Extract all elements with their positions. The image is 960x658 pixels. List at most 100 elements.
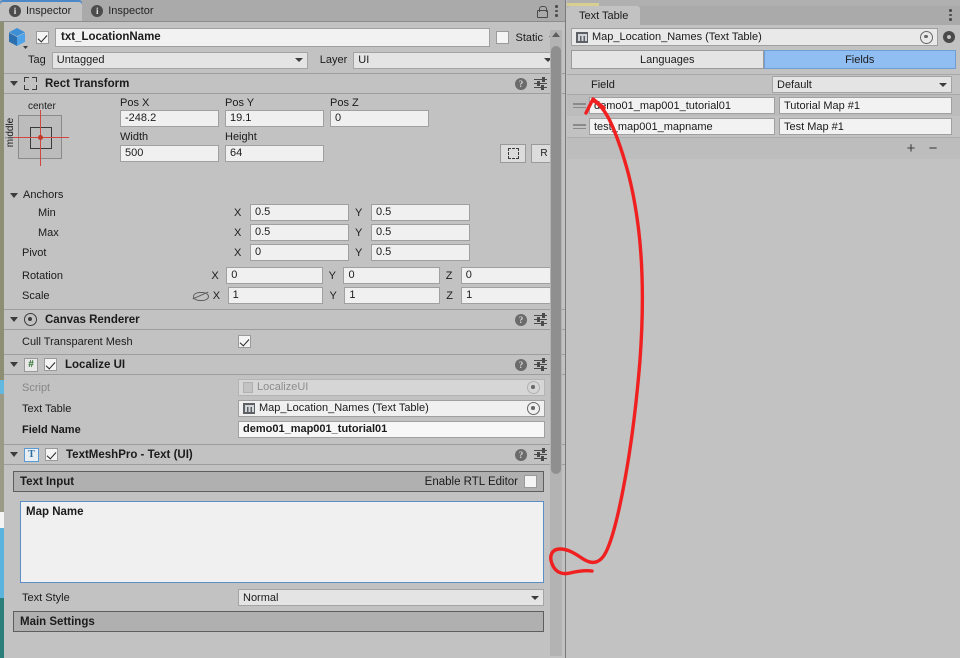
- component-header-rect-transform[interactable]: Rect Transform ?: [0, 73, 565, 94]
- text-table-asset-value: Map_Location_Names (Text Table): [592, 31, 762, 43]
- object-picker-icon[interactable]: [527, 402, 540, 415]
- scale-x-input[interactable]: 1: [227, 287, 324, 304]
- table-row[interactable]: test_map001_mapname Test Map #1: [567, 116, 960, 137]
- static-checkbox[interactable]: [496, 31, 510, 44]
- column-header-default-dropdown[interactable]: Default: [772, 76, 952, 93]
- kebab-menu-icon[interactable]: [555, 4, 558, 17]
- rotation-x-input[interactable]: 0: [226, 267, 323, 284]
- field-name-input[interactable]: demo01_map001_tutorial01: [238, 421, 545, 438]
- cull-transparent-mesh-checkbox[interactable]: [238, 335, 251, 348]
- script-object-field: LocalizeUI: [238, 379, 545, 396]
- localize-ui-enabled-checkbox[interactable]: [44, 358, 57, 371]
- axis-y-label: Y: [355, 246, 363, 259]
- gameobject-name-input[interactable]: txt_LocationName: [55, 28, 491, 47]
- blueprint-mode-button[interactable]: [500, 144, 526, 163]
- layer-label: Layer: [319, 54, 348, 66]
- anchor-preset-widget[interactable]: center middle: [0, 97, 120, 183]
- width-input[interactable]: 500: [120, 145, 219, 162]
- row-field-key-input[interactable]: demo01_map001_tutorial01: [589, 97, 775, 114]
- constrain-proportions-off-icon[interactable]: [192, 290, 209, 301]
- text-table-body: Map_Location_Names (Text Table) Language…: [567, 25, 960, 658]
- blueprint-mode-icon: [507, 148, 519, 159]
- object-picker-icon[interactable]: [920, 30, 933, 44]
- text-input-textarea[interactable]: Map Name: [20, 501, 544, 583]
- inspector-tabbar: i Inspector i Inspector: [0, 0, 565, 22]
- foldout-arrow-icon[interactable]: [10, 452, 18, 457]
- tab-inspector-1[interactable]: i Inspector: [0, 0, 83, 21]
- foldout-arrow-icon[interactable]: [10, 362, 18, 367]
- help-icon[interactable]: ?: [515, 358, 527, 371]
- anchor-min-y-input[interactable]: 0.5: [371, 204, 470, 221]
- gameobject-enabled-checkbox[interactable]: [36, 31, 49, 44]
- inspector-scrollbar[interactable]: [550, 30, 562, 656]
- text-table-object-field[interactable]: Map_Location_Names (Text Table): [238, 400, 545, 417]
- remove-row-button[interactable]: −: [926, 141, 940, 156]
- text-input-section-header[interactable]: Text Input Enable RTL Editor: [13, 471, 544, 492]
- info-icon: i: [9, 4, 21, 17]
- scale-label: Scale: [22, 289, 50, 302]
- enable-rtl-editor-checkbox[interactable]: [524, 475, 537, 488]
- component-header-canvas-renderer[interactable]: Canvas Renderer ?: [0, 309, 565, 330]
- tab-languages[interactable]: Languages: [571, 50, 764, 69]
- scrollbar-thumb[interactable]: [551, 46, 561, 474]
- component-header-localize-ui[interactable]: # Localize UI ?: [0, 354, 565, 375]
- static-label: Static: [515, 31, 543, 44]
- table-row[interactable]: demo01_map001_tutorial01 Tutorial Map #1: [567, 95, 960, 116]
- pos-z-input[interactable]: 0: [330, 110, 429, 127]
- textmeshpro-icon: T: [24, 447, 39, 462]
- anchors-label: Anchors: [23, 189, 64, 201]
- rotation-z-input[interactable]: 0: [460, 267, 558, 284]
- foldout-arrow-icon[interactable]: [10, 317, 18, 322]
- table-header-row: Field Default: [567, 74, 960, 95]
- pivot-y-input[interactable]: 0.5: [371, 244, 470, 261]
- preset-icon[interactable]: [534, 312, 547, 326]
- text-style-dropdown[interactable]: Normal: [238, 589, 544, 606]
- help-icon[interactable]: ?: [515, 448, 527, 461]
- drag-handle-icon[interactable]: [573, 123, 586, 130]
- lock-icon[interactable]: [537, 5, 548, 18]
- foldout-arrow-icon[interactable]: [10, 81, 18, 86]
- gear-icon[interactable]: [942, 30, 956, 44]
- layer-dropdown[interactable]: UI: [353, 51, 557, 69]
- anchors-foldout-icon[interactable]: [10, 192, 18, 198]
- anchor-max-x-input[interactable]: 0.5: [250, 224, 349, 241]
- row-field-key-input[interactable]: test_map001_mapname: [589, 118, 775, 135]
- scale-y-input[interactable]: 1: [344, 287, 441, 304]
- tab-fields[interactable]: Fields: [763, 50, 956, 69]
- anchor-min-x-input[interactable]: 0.5: [250, 204, 349, 221]
- component-header-tmp-text[interactable]: T TextMeshPro - Text (UI) ?: [0, 444, 565, 465]
- row-default-value-input[interactable]: Tutorial Map #1: [779, 97, 952, 114]
- chevron-down-icon: [294, 58, 303, 62]
- tab-label: Inspector: [108, 4, 154, 17]
- kebab-menu-icon[interactable]: [949, 8, 952, 21]
- pos-x-input[interactable]: -248.2: [120, 110, 219, 127]
- axis-x-label: X: [234, 206, 242, 219]
- preset-icon[interactable]: [534, 357, 547, 371]
- tmp-enabled-checkbox[interactable]: [45, 448, 58, 461]
- tab-text-table[interactable]: Text Table: [567, 6, 641, 25]
- text-input-label: Text Input: [20, 475, 75, 488]
- help-icon[interactable]: ?: [515, 313, 527, 326]
- scale-z-input[interactable]: 1: [461, 287, 558, 304]
- main-settings-section-header[interactable]: Main Settings: [13, 611, 544, 632]
- rotation-y-input[interactable]: 0: [343, 267, 440, 284]
- tag-dropdown[interactable]: Untagged: [51, 51, 308, 69]
- anchor-max-y-input[interactable]: 0.5: [371, 224, 470, 241]
- inspector-window: i Inspector i Inspector txt_LocationName…: [0, 0, 566, 658]
- cull-transparent-mesh-label: Cull Transparent Mesh: [22, 335, 133, 348]
- preset-icon[interactable]: [534, 447, 547, 461]
- scroll-up-arrow-icon[interactable]: [552, 32, 560, 37]
- pos-y-label: Pos Y: [225, 97, 255, 109]
- add-row-button[interactable]: +: [904, 141, 918, 156]
- tab-inspector-2[interactable]: i Inspector: [82, 0, 164, 21]
- preset-icon[interactable]: [534, 76, 547, 90]
- axis-z-label: Z: [446, 289, 453, 302]
- drag-handle-icon[interactable]: [573, 102, 586, 109]
- row-default-value-input[interactable]: Test Map #1: [779, 118, 952, 135]
- height-input[interactable]: 64: [225, 145, 324, 162]
- pivot-x-input[interactable]: 0: [250, 244, 349, 261]
- text-table-asset-field[interactable]: Map_Location_Names (Text Table): [571, 28, 938, 46]
- axis-y-label: Y: [328, 269, 336, 282]
- help-icon[interactable]: ?: [515, 77, 527, 90]
- pos-y-input[interactable]: 19.1: [225, 110, 324, 127]
